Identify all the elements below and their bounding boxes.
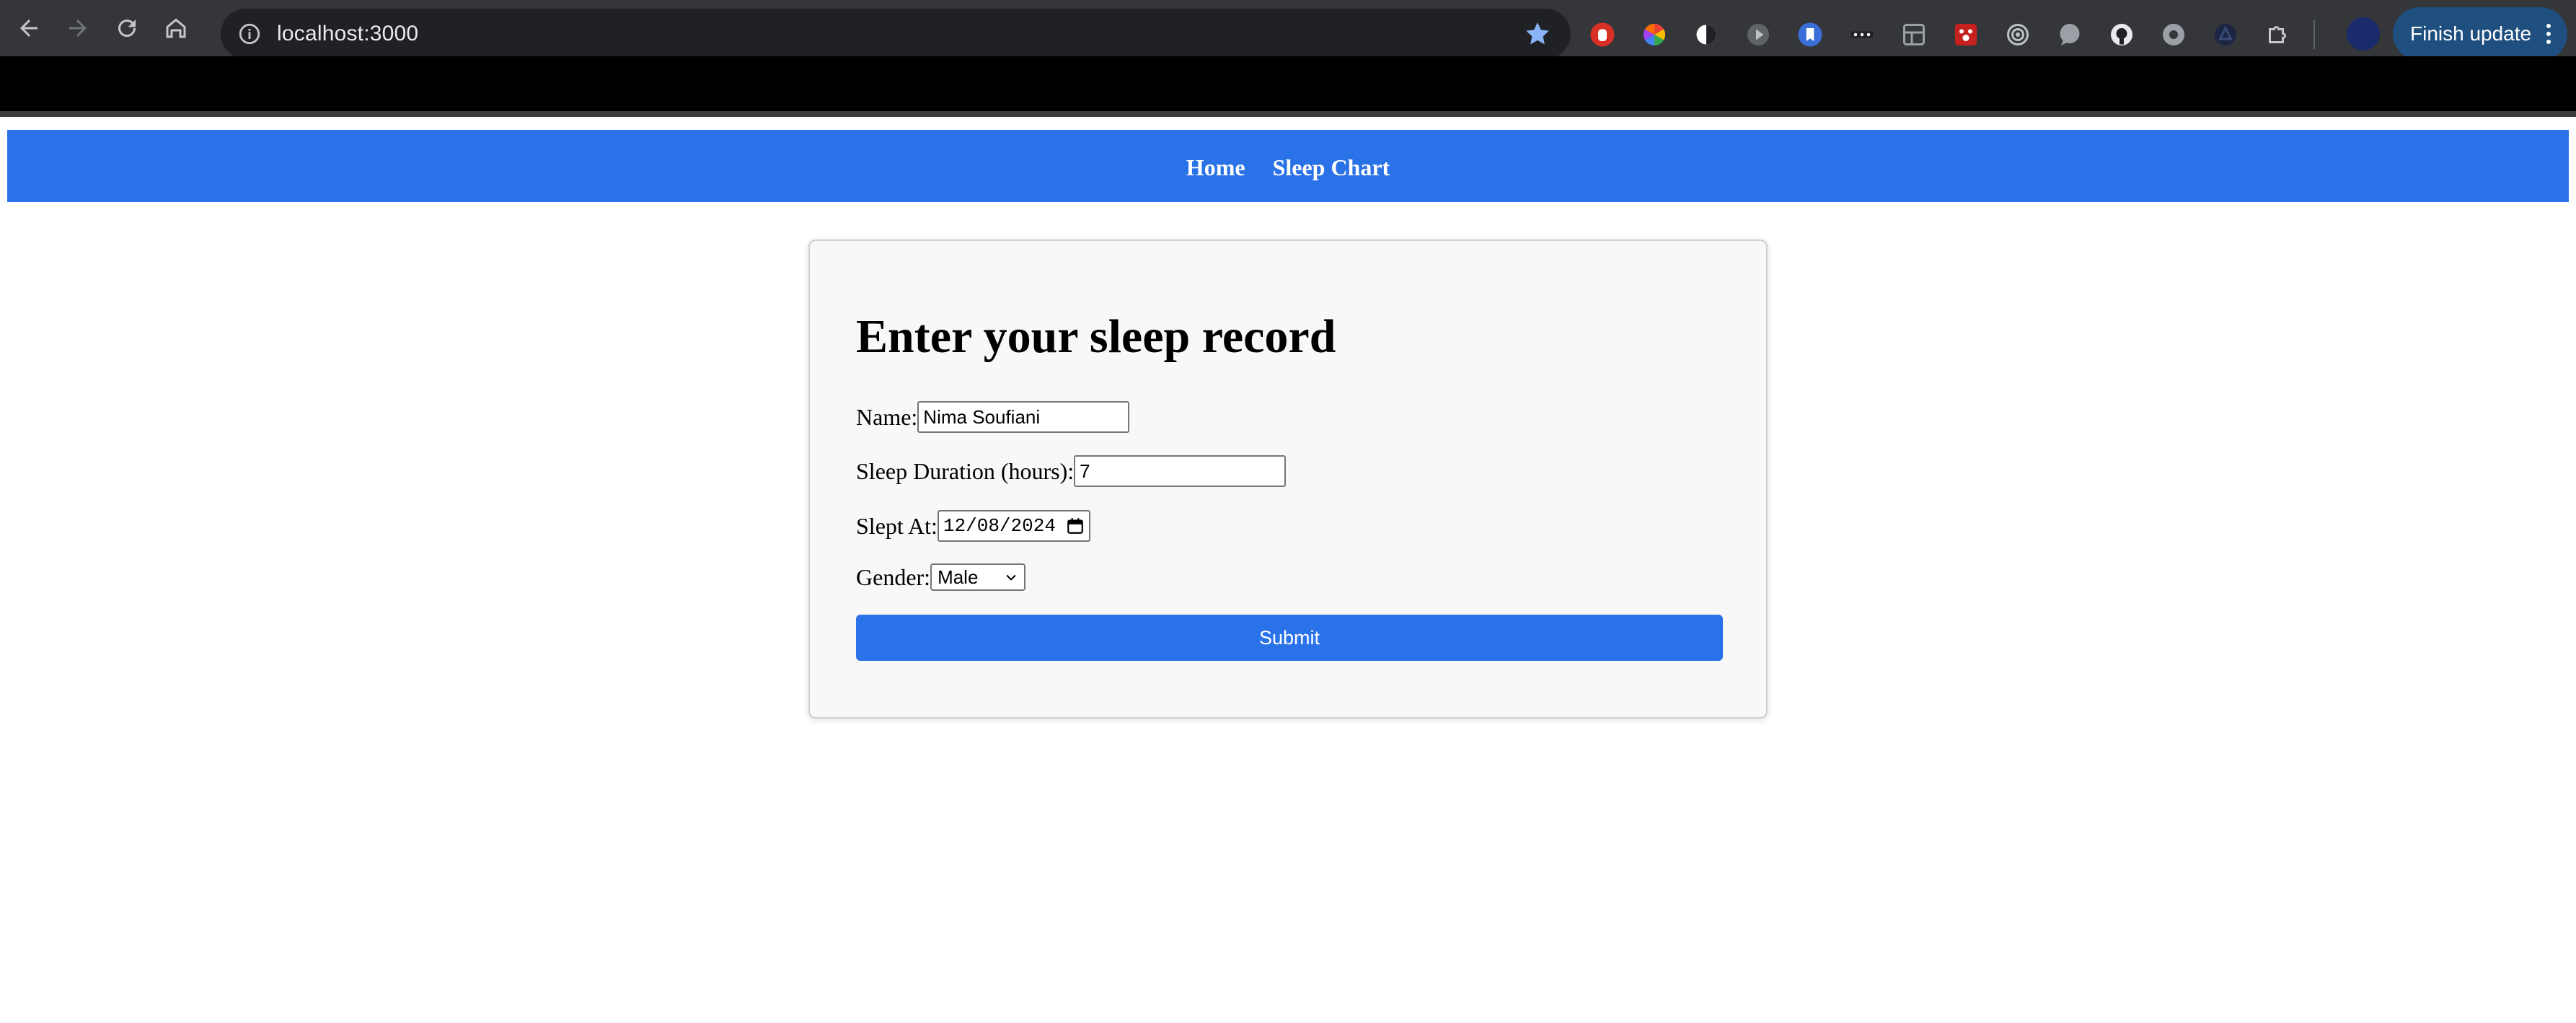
stop-hand-icon[interactable] xyxy=(1587,19,1618,51)
chevron-down-icon xyxy=(1006,574,1016,581)
address-bar[interactable]: localhost:3000 xyxy=(221,9,1571,59)
github-icon[interactable] xyxy=(2106,19,2138,51)
paw-ext-icon[interactable] xyxy=(1950,19,1982,51)
gender-label: Gender: xyxy=(856,563,931,590)
duration-input[interactable]: 7 xyxy=(1074,455,1287,487)
slept-at-row: Slept At: 12/08/2024 xyxy=(856,510,1090,542)
nav-home-link[interactable]: Home xyxy=(1186,154,1245,181)
submit-button[interactable]: Submit xyxy=(856,615,1723,661)
toolbar-divider xyxy=(2313,20,2315,49)
bookmark-star-icon[interactable] xyxy=(1523,19,1552,48)
dots-ext-icon[interactable] xyxy=(1846,19,1878,51)
name-label: Name: xyxy=(856,403,918,430)
calendar-icon[interactable] xyxy=(1066,517,1085,535)
home-icon xyxy=(166,18,186,38)
finish-update-button[interactable]: Finish update xyxy=(2393,7,2567,61)
play-icon[interactable] xyxy=(1742,19,1774,51)
forward-button[interactable] xyxy=(56,6,100,50)
back-button[interactable] xyxy=(7,6,50,50)
name-row: Name: Nima Soufiani xyxy=(856,401,1130,433)
duration-value: 7 xyxy=(1080,460,1090,482)
form-title: Enter your sleep record xyxy=(856,310,1336,363)
duration-row: Sleep Duration (hours): 7 xyxy=(856,455,1287,487)
profile-avatar[interactable] xyxy=(2347,17,2380,51)
image-ext-icon[interactable] xyxy=(1898,19,1930,51)
slept-at-value: 12/08/2024 xyxy=(943,515,1056,537)
gender-value: Male xyxy=(938,566,979,588)
frame-border xyxy=(0,111,2576,117)
nav-sleep-chart-link[interactable]: Sleep Chart xyxy=(1273,154,1390,181)
sleep-record-card: Enter your sleep record Name: Nima Soufi… xyxy=(808,240,1768,719)
app-navbar: Home Sleep Chart xyxy=(7,130,2569,202)
gender-row: Gender: Male xyxy=(856,563,1026,591)
slept-at-date-input[interactable]: 12/08/2024 xyxy=(937,510,1090,542)
forward-arrow-icon xyxy=(69,19,87,37)
extensions-bar xyxy=(1587,13,2337,56)
duration-label: Sleep Duration (hours): xyxy=(856,457,1075,484)
site-info-icon[interactable] xyxy=(235,19,264,48)
reload-button[interactable] xyxy=(105,6,149,50)
browser-info-strip xyxy=(0,56,2576,111)
color-wheel-icon[interactable] xyxy=(1638,19,1670,51)
submit-label: Submit xyxy=(1258,626,1320,649)
browser-toolbar: localhost:3000 Finish update xyxy=(0,0,2576,61)
back-arrow-icon xyxy=(20,19,38,37)
home-button[interactable] xyxy=(154,6,198,50)
name-value: Nima Soufiani xyxy=(923,405,1041,428)
triangle-ext-icon[interactable] xyxy=(2210,19,2241,51)
url-text[interactable]: localhost:3000 xyxy=(277,22,418,46)
gender-select[interactable]: Male xyxy=(930,563,1026,591)
name-input[interactable]: Nima Soufiani xyxy=(917,401,1130,433)
bookmark-ext-icon[interactable] xyxy=(1794,19,1826,51)
finish-update-label: Finish update xyxy=(2410,22,2532,45)
puzzle-icon[interactable] xyxy=(2262,19,2293,51)
slept-at-label: Slept At: xyxy=(856,512,938,539)
chat-bubble-icon[interactable] xyxy=(2054,19,2086,51)
half-circle-icon[interactable] xyxy=(1690,19,1722,51)
gear-ext-icon[interactable] xyxy=(2158,19,2189,51)
reload-icon xyxy=(118,19,136,38)
target-icon[interactable] xyxy=(2002,19,2034,51)
kebab-menu-icon[interactable] xyxy=(2546,23,2551,45)
